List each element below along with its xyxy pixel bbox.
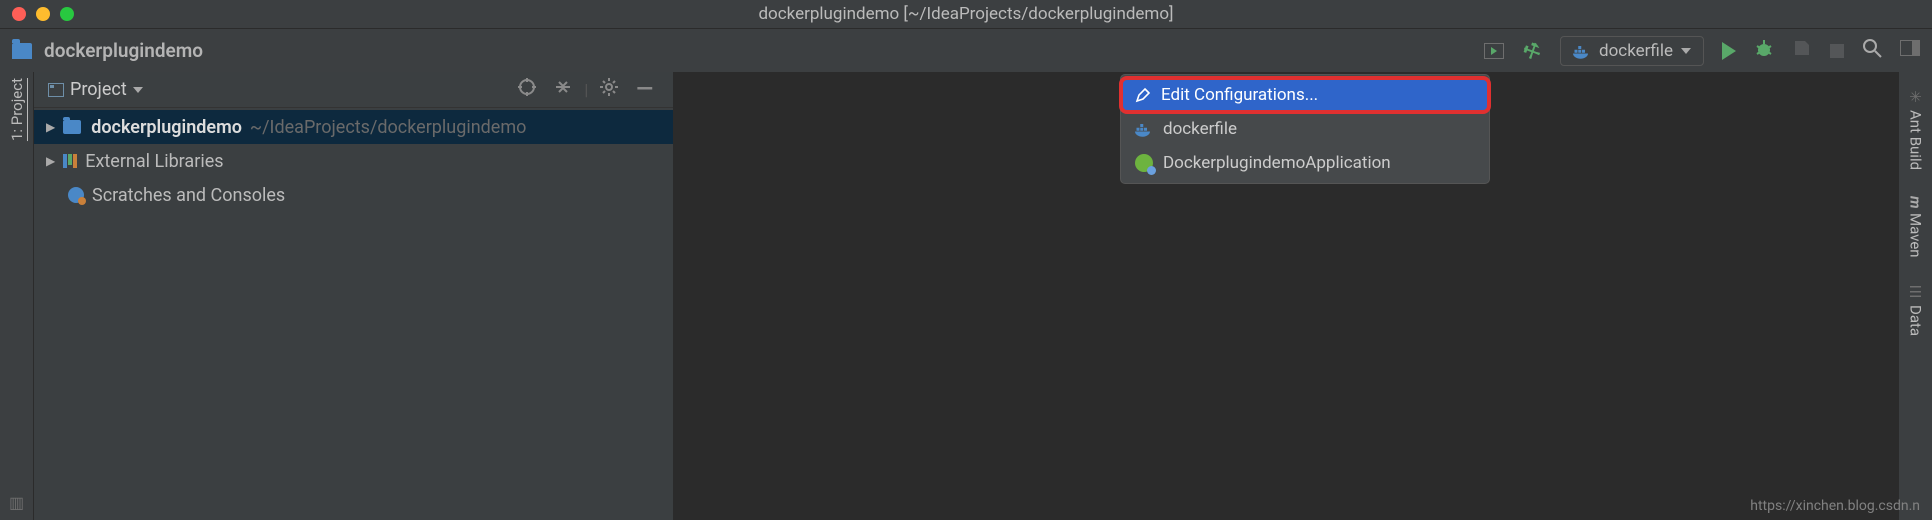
dockerfile-label: dockerfile [1163,119,1237,139]
external-libraries-label: External Libraries [85,151,223,172]
folder-icon [12,43,32,59]
pencil-icon [1135,87,1151,103]
gear-icon[interactable] [594,78,624,101]
left-tool-stripe: 1: Project ▥ [0,72,34,520]
hide-icon[interactable]: — [630,77,659,102]
tool-maven-tab[interactable]: mMaven [1907,196,1925,257]
tool-ant-tab[interactable]: ✳Ant Build [1907,88,1925,170]
tree-root-name: dockerplugindemo [91,117,242,138]
docker-icon [1573,44,1591,58]
debug-button-icon[interactable] [1754,38,1774,63]
tree-scratches[interactable]: Scratches and Consoles [34,178,673,212]
expand-arrow-icon[interactable]: ▶ [46,120,55,134]
side-panel-icon[interactable] [1900,40,1920,61]
tree-external-libraries[interactable]: ▶ External Libraries [34,144,673,178]
title-bar: dockerplugindemo [~/IdeaProjects/dockerp… [0,0,1932,28]
tree-root-node[interactable]: ▶ dockerplugindemo ~/IdeaProjects/docker… [34,110,673,144]
run-config-item-dockerfile[interactable]: dockerfile [1121,112,1489,146]
libraries-icon [63,154,77,168]
project-tool-window: Project | — ▶ dockerplugindemo ~/IdeaPro… [34,72,674,520]
chevron-down-icon [1681,48,1691,54]
chevron-down-icon[interactable] [133,87,143,93]
watermark-text: https://xinchen.blog.csdn.n [1750,498,1920,514]
run-config-item-springapp[interactable]: DockerplugindemoApplication [1121,146,1489,180]
tool-database-tab[interactable]: ☰Data [1907,283,1925,336]
project-panel-title[interactable]: Project [70,79,127,100]
springapp-label: DockerplugindemoApplication [1163,153,1391,173]
navigation-bar: dockerplugindemo ⚒ dockerfile [0,28,1932,72]
breadcrumb-project[interactable]: dockerplugindemo [44,39,203,62]
docker-icon [1135,122,1153,136]
build-icon[interactable]: ⚒ [1522,41,1542,61]
project-tree: ▶ dockerplugindemo ~/IdeaProjects/docker… [34,108,673,212]
collapse-all-icon[interactable] [548,78,578,101]
tool-project-tab[interactable]: 1: Project [8,78,26,141]
window-title: dockerplugindemo [~/IdeaProjects/dockerp… [0,4,1932,24]
coverage-icon[interactable] [1792,38,1812,63]
edit-configurations-label: Edit Configurations... [1161,85,1318,105]
structure-icon[interactable]: ▥ [9,493,24,512]
run-dashboard-icon[interactable] [1484,41,1504,61]
spring-boot-icon [1135,154,1153,172]
run-config-label: dockerfile [1599,41,1673,61]
search-icon[interactable] [1862,38,1882,63]
locate-icon[interactable] [512,78,542,101]
scratches-label: Scratches and Consoles [92,185,285,206]
folder-icon [63,120,81,134]
run-configuration-selector[interactable]: dockerfile [1560,36,1704,66]
expand-arrow-icon[interactable]: ▶ [46,154,55,168]
tree-root-path: ~/IdeaProjects/dockerplugindemo [250,117,527,138]
project-view-icon [48,82,64,98]
scratches-icon [68,187,84,203]
run-button-icon[interactable] [1722,42,1736,60]
stop-button-icon[interactable] [1830,44,1844,58]
right-tool-stripe: ✳Ant Build mMaven ☰Data [1898,72,1932,520]
run-config-dropdown: Edit Configurations... dockerfile Docker… [1120,74,1490,184]
edit-configurations-item[interactable]: Edit Configurations... [1121,78,1489,112]
project-panel-header: Project | — [34,72,673,108]
